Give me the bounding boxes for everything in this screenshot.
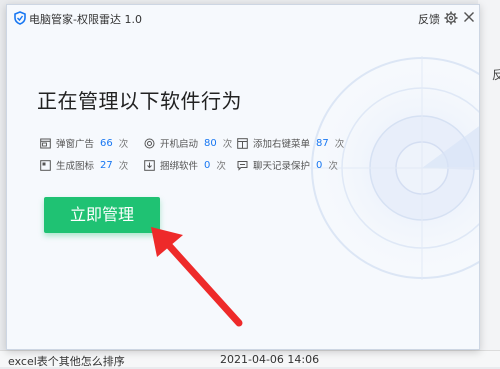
page-headline: 正在管理以下软件行为 (37, 89, 242, 113)
stat-unit: 次 (216, 161, 226, 172)
background-row-date: 2021-04-06 14:06 (220, 353, 320, 366)
title-bar: 电脑管家-权限雷达 1.0 反馈 (7, 5, 479, 31)
gear-icon[interactable] (444, 11, 458, 25)
stat-label: 添加右键菜单 (253, 139, 311, 150)
stat-count: 66 (100, 137, 113, 149)
stat-count: 27 (100, 159, 113, 171)
context-menu-icon (237, 137, 248, 149)
stat-label: 生成图标 (56, 161, 95, 172)
stat-count: 80 (204, 137, 217, 149)
background-row-text: excel表个其他怎么排序 (8, 355, 125, 368)
stat-popup-ads: 弹窗广告 66 次 (40, 136, 128, 150)
window-title: 电脑管家-权限雷达 1.0 (29, 13, 142, 26)
background-list-row: excel表个其他怎么排序 2021-04-06 14:06 (0, 350, 500, 368)
stat-unit: 次 (118, 139, 129, 150)
stat-count: 0 (204, 159, 211, 171)
red-arrow-annotation (151, 227, 243, 327)
background-right-char: 反 (492, 68, 500, 82)
desktop-shortcut-icon (40, 159, 51, 171)
permission-radar-window: 电脑管家-权限雷达 1.0 反馈 正在管理以下软件行为 弹窗广告 66 次 开机… (6, 4, 480, 350)
bundle-install-icon (144, 159, 155, 171)
stat-label: 开机启动 (160, 139, 199, 150)
power-icon (144, 138, 155, 148)
manage-now-button[interactable]: 立即管理 (44, 197, 160, 233)
stat-unit: 次 (334, 139, 345, 150)
chat-protection-icon (237, 160, 248, 171)
stat-count: 87 (316, 137, 329, 149)
stat-unit: 次 (328, 161, 338, 172)
feedback-button[interactable]: 反馈 (418, 11, 440, 27)
close-icon[interactable] (463, 11, 475, 23)
stat-shortcut-icons: 生成图标 27 次 (40, 158, 128, 172)
stat-unit: 次 (118, 161, 129, 172)
popup-ad-icon (40, 138, 51, 148)
stat-bundled-software: 捆绑软件 0 次 (144, 158, 226, 172)
stat-count: 0 (316, 159, 323, 171)
stat-context-menu: 添加右键菜单 87 次 (237, 136, 344, 150)
shield-logo-icon (14, 11, 26, 25)
stat-chat-protection: 聊天记录保护 0 次 (237, 158, 338, 172)
stat-startup: 开机启动 80 次 (144, 136, 232, 150)
stat-label: 聊天记录保护 (253, 161, 311, 172)
stat-unit: 次 (222, 139, 233, 150)
stat-label: 弹窗广告 (56, 139, 95, 150)
background-window-edge: 反 (478, 0, 500, 366)
stat-label: 捆绑软件 (160, 161, 199, 172)
